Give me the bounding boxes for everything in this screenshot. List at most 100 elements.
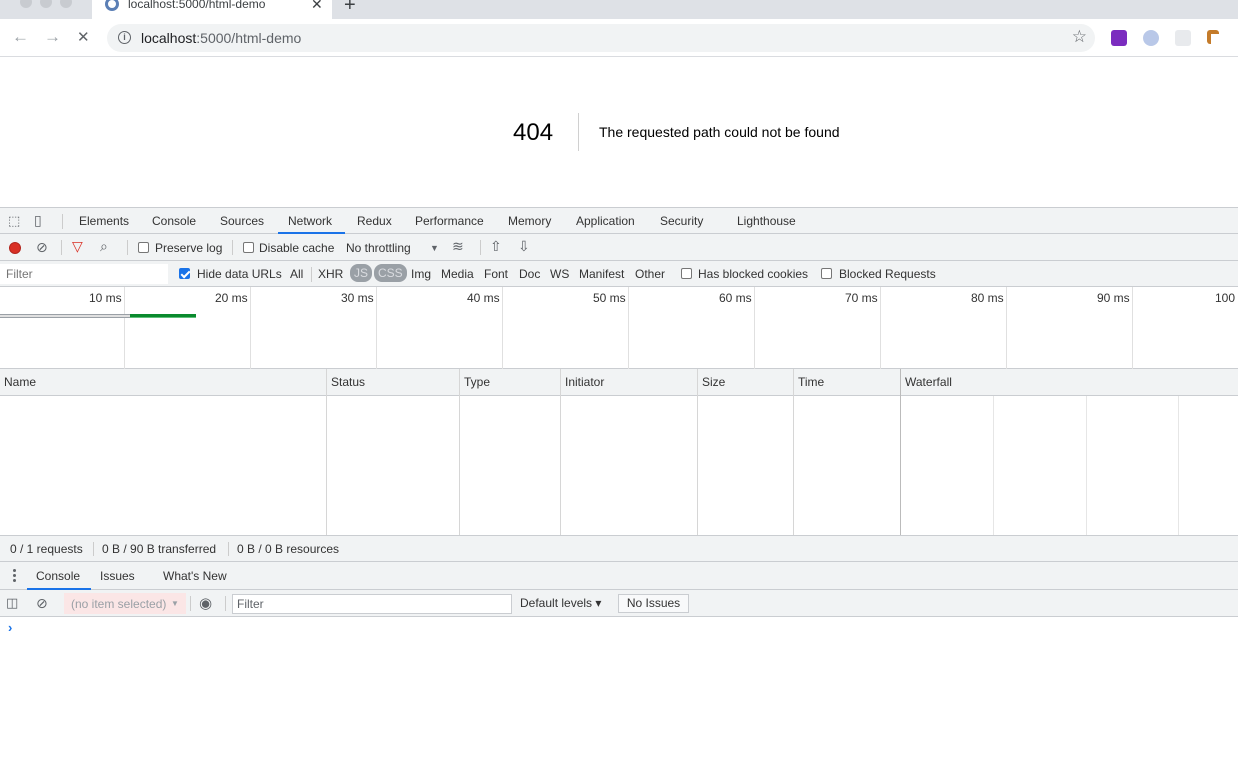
issues-button[interactable]: No Issues bbox=[618, 594, 689, 613]
tab-performance[interactable]: Performance bbox=[415, 214, 484, 228]
star-icon[interactable]: ☆ bbox=[1072, 27, 1087, 47]
divider bbox=[228, 542, 229, 556]
inspect-element-icon[interactable]: ⬚ bbox=[8, 213, 20, 229]
column-name[interactable]: Name bbox=[4, 375, 36, 389]
tab-application[interactable]: Application bbox=[576, 214, 635, 228]
hide-data-urls-label: Hide data URLs bbox=[197, 267, 282, 281]
filter-type-css[interactable]: CSS bbox=[374, 264, 407, 282]
address-bar[interactable]: i localhost:5000/html-demo ☆ bbox=[107, 24, 1095, 52]
grid-line bbox=[1006, 287, 1007, 369]
network-overview[interactable]: 10 ms 20 ms 30 ms 40 ms 50 ms 60 ms 70 m… bbox=[0, 287, 1238, 369]
column-time[interactable]: Time bbox=[798, 375, 824, 389]
network-filter-bar: Filter Hide data URLs All XHR JS CSS Img… bbox=[0, 261, 1238, 287]
chevron-down-icon[interactable]: ▼ bbox=[430, 243, 439, 253]
timeline-tick: 20 ms bbox=[215, 291, 248, 305]
filter-type-manifest[interactable]: Manifest bbox=[579, 267, 624, 281]
timeline-tick: 90 ms bbox=[1097, 291, 1130, 305]
console-prompt-icon[interactable]: › bbox=[8, 620, 12, 635]
export-har-icon[interactable]: ⇩ bbox=[518, 238, 530, 255]
import-har-icon[interactable]: ⇧ bbox=[490, 238, 502, 255]
network-summary-bar: 0 / 1 requests 0 B / 90 B transferred 0 … bbox=[0, 535, 1238, 562]
extension-orange-icon[interactable] bbox=[1207, 30, 1219, 44]
more-tools-icon[interactable] bbox=[13, 569, 16, 583]
filter-icon[interactable]: ▽ bbox=[72, 238, 83, 255]
record-icon[interactable] bbox=[9, 242, 21, 254]
column-size[interactable]: Size bbox=[702, 375, 725, 389]
window-maximize-button[interactable] bbox=[60, 0, 72, 8]
back-icon[interactable]: ← bbox=[12, 27, 29, 47]
extension-globe-icon[interactable] bbox=[1143, 30, 1159, 46]
filter-type-js[interactable]: JS bbox=[350, 264, 373, 282]
grid-line bbox=[250, 287, 251, 369]
column-divider bbox=[459, 369, 460, 535]
extension-grey-icon[interactable] bbox=[1175, 30, 1191, 46]
tab-lighthouse[interactable]: Lighthouse bbox=[737, 214, 796, 228]
chevron-down-icon: ▼ bbox=[171, 599, 179, 608]
timeline-tick: 100 bbox=[1215, 291, 1236, 305]
filter-type-font[interactable]: Font bbox=[484, 267, 508, 281]
filter-type-media[interactable]: Media bbox=[441, 267, 474, 281]
clear-console-icon[interactable]: ⊘ bbox=[36, 595, 48, 612]
filter-type-all[interactable]: All bbox=[290, 267, 303, 281]
window-minimize-button[interactable] bbox=[40, 0, 52, 8]
context-select[interactable]: (no item selected) ▼ bbox=[64, 593, 186, 614]
tab-console[interactable]: Console bbox=[152, 214, 196, 228]
drawer-tab-whats-new[interactable]: What's New bbox=[163, 569, 227, 583]
info-icon[interactable]: i bbox=[118, 31, 131, 44]
forward-icon[interactable]: → bbox=[44, 27, 61, 47]
column-initiator[interactable]: Initiator bbox=[565, 375, 604, 389]
throttling-select[interactable]: No throttling bbox=[346, 241, 411, 255]
device-toolbar-icon[interactable]: ▯ bbox=[34, 212, 42, 229]
timeline-tick: 10 ms bbox=[89, 291, 122, 305]
timeline-tick: 80 ms bbox=[971, 291, 1004, 305]
browser-tab[interactable]: localhost:5000/html-demo ✕ bbox=[92, 0, 332, 19]
grid-line bbox=[502, 287, 503, 369]
column-waterfall[interactable]: Waterfall bbox=[905, 375, 952, 389]
stop-icon[interactable]: ✕ bbox=[77, 28, 90, 46]
network-conditions-icon[interactable]: ≋ bbox=[452, 238, 464, 255]
tab-elements[interactable]: Elements bbox=[79, 214, 129, 228]
divider bbox=[480, 240, 481, 255]
clear-icon[interactable]: ⊘ bbox=[36, 239, 48, 256]
tab-security[interactable]: Security bbox=[660, 214, 703, 228]
disable-cache-checkbox[interactable] bbox=[243, 242, 254, 253]
eye-icon[interactable]: ◉ bbox=[199, 594, 212, 612]
drawer-tabbar: Console Issues What's New bbox=[0, 562, 1238, 590]
filter-type-xhr[interactable]: XHR bbox=[318, 267, 343, 281]
log-levels-select[interactable]: Default levels ▾ bbox=[520, 596, 601, 610]
filter-type-doc[interactable]: Doc bbox=[519, 267, 540, 281]
tab-sources[interactable]: Sources bbox=[220, 214, 264, 228]
column-type[interactable]: Type bbox=[464, 375, 490, 389]
filter-type-ws[interactable]: WS bbox=[550, 267, 569, 281]
tab-network[interactable]: Network bbox=[288, 214, 332, 228]
preserve-log-checkbox[interactable] bbox=[138, 242, 149, 253]
tab-memory[interactable]: Memory bbox=[508, 214, 551, 228]
column-status[interactable]: Status bbox=[331, 375, 365, 389]
loading-favicon-icon bbox=[105, 0, 119, 11]
network-toolbar: ⊘ ▽ ⌕ Preserve log Disable cache No thro… bbox=[0, 234, 1238, 261]
resources-size: 0 B / 0 B resources bbox=[237, 542, 340, 556]
filter-type-other[interactable]: Other bbox=[635, 267, 665, 281]
page-content: 404 The requested path could not be foun… bbox=[0, 57, 1238, 207]
has-blocked-cookies-checkbox[interactable] bbox=[681, 268, 692, 279]
hide-data-urls-checkbox[interactable] bbox=[179, 268, 190, 279]
sidebar-toggle-icon[interactable]: ◫ bbox=[6, 595, 18, 611]
window-close-button[interactable] bbox=[20, 0, 32, 8]
blocked-requests-checkbox[interactable] bbox=[821, 268, 832, 279]
extension-rp-icon[interactable] bbox=[1111, 30, 1127, 46]
tab-redux[interactable]: Redux bbox=[357, 214, 392, 228]
column-divider bbox=[900, 369, 901, 535]
column-divider bbox=[697, 369, 698, 535]
error-divider bbox=[578, 113, 579, 151]
new-tab-icon[interactable]: + bbox=[344, 0, 356, 17]
filter-type-img[interactable]: Img bbox=[411, 267, 431, 281]
console-area[interactable]: › bbox=[0, 617, 1238, 758]
close-icon[interactable]: ✕ bbox=[311, 0, 323, 13]
drawer-tab-issues[interactable]: Issues bbox=[100, 569, 135, 583]
filter-input[interactable]: Filter bbox=[0, 264, 168, 284]
divider bbox=[61, 240, 62, 255]
drawer-tab-console[interactable]: Console bbox=[36, 569, 80, 583]
url-text[interactable]: localhost:5000/html-demo bbox=[141, 30, 301, 46]
search-icon[interactable]: ⌕ bbox=[100, 238, 108, 255]
console-filter-input[interactable]: Filter bbox=[232, 594, 512, 614]
